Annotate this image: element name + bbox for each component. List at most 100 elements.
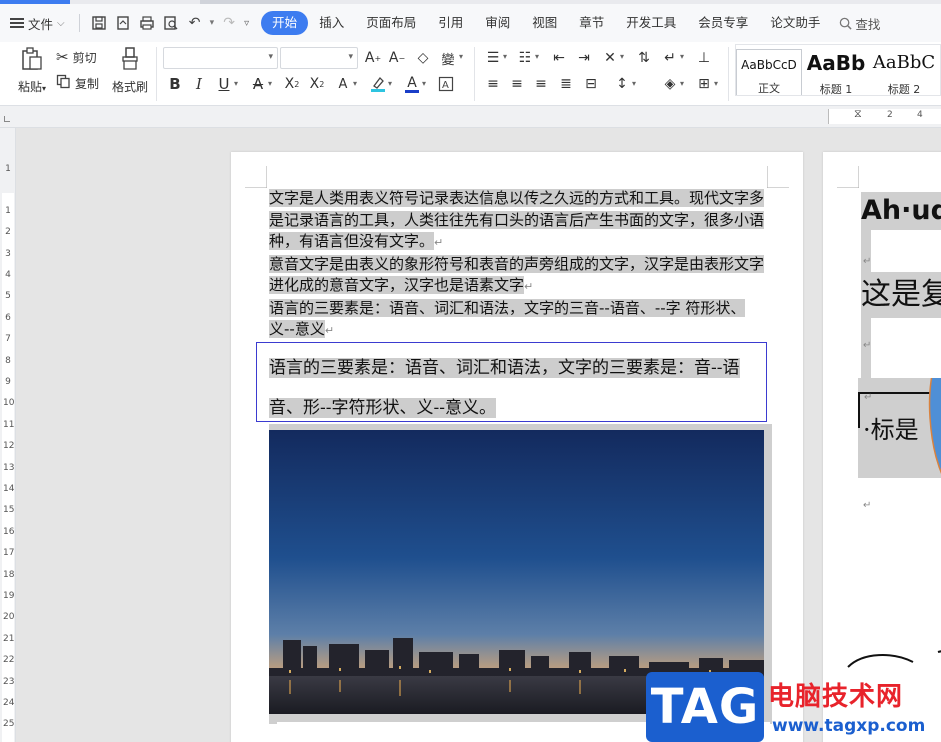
ruler-tick-label: 12: [3, 441, 15, 451]
phonetic-dropdown-icon[interactable]: ▾: [459, 52, 463, 61]
grow-font-icon[interactable]: A +: [363, 48, 383, 68]
tab-review[interactable]: 审阅: [474, 11, 521, 35]
ruler-tick-label: 10: [3, 398, 15, 408]
text-frame-content[interactable]: 语言的三要素是：语音、词汇和语法，文字的三要素是：音--语音、形--字符形状、义…: [269, 348, 764, 428]
tab-home[interactable]: 开始: [261, 11, 309, 35]
text-frame-paragraph[interactable]: 语言的三要素是：语音、词汇和语法，文字的三要素是：音--语音、形--字符形状、义…: [269, 358, 740, 418]
style-normal[interactable]: AaBbCcD 正文: [736, 49, 802, 95]
save-icon[interactable]: [90, 14, 108, 32]
menu-tab-bar: 文件 ⌵ ↶ ▾ ↷ ▿ 开始 插入 页面布局 引用 审阅 视图 章节 开发工具…: [0, 4, 941, 42]
tab-thesis-assistant[interactable]: 论文助手: [759, 11, 831, 35]
shading-icon[interactable]: ◈: [660, 74, 680, 94]
align-center-icon[interactable]: ≡: [507, 74, 527, 94]
format-painter-button[interactable]: 格式刷: [110, 46, 150, 95]
tab-references[interactable]: 引用: [427, 11, 474, 35]
ruler-scale: ⧖ 2 4: [828, 107, 941, 124]
redo-icon[interactable]: ↷: [220, 14, 238, 32]
distributed-align-icon[interactable]: ⊟: [581, 74, 601, 94]
page2-shape-label[interactable]: ·标是: [863, 410, 919, 445]
format-painter-label: 格式刷: [111, 80, 148, 94]
ruler-tick-label: 6: [5, 313, 11, 323]
underline-dropdown-icon[interactable]: ▾: [234, 79, 238, 88]
text-effect-icon[interactable]: A: [333, 74, 353, 94]
show-marks-icon[interactable]: ↵: [660, 48, 680, 68]
undo-icon[interactable]: ↶: [186, 14, 204, 32]
search-command-box[interactable]: 查找: [839, 14, 880, 33]
horizontal-ruler[interactable]: ⧖ 2 4: [0, 106, 941, 128]
customize-dropdown-icon[interactable]: ▿: [244, 18, 249, 29]
print-preview-icon[interactable]: [162, 14, 180, 32]
body-text[interactable]: 文字是人类用表义符号记录表达信息以传之久远的方式和工具。现代文字多是记录语言的工…: [269, 188, 765, 342]
tab-developer[interactable]: 开发工具: [615, 11, 687, 35]
font-color-icon[interactable]: A: [402, 74, 422, 94]
phonetic-guide-icon[interactable]: 變: [438, 48, 458, 68]
page2-heading[interactable]: Ah·ud: [861, 192, 941, 230]
hamburger-icon: [10, 18, 24, 28]
export-pdf-icon[interactable]: [114, 14, 132, 32]
bullet-list-icon[interactable]: ☰: [483, 48, 503, 68]
tab-insert[interactable]: 插入: [308, 11, 355, 35]
line-spacing-icon[interactable]: ↕: [612, 74, 632, 94]
increase-indent-icon[interactable]: ⇥: [574, 48, 594, 68]
paragraph-3[interactable]: 语言的三要素是：语音、词汇和语法，文字的三音--语音、--字 符形状、义--意义: [269, 298, 746, 338]
undo-dropdown-icon[interactable]: ▾: [210, 18, 215, 28]
numbered-list-icon[interactable]: ☷: [515, 48, 535, 68]
cut-button[interactable]: ✂ 剪切: [56, 48, 97, 66]
chinese-layout-dropdown-icon[interactable]: ▾: [620, 52, 624, 61]
italic-icon[interactable]: I: [189, 74, 209, 94]
margin-corner-mark: [767, 166, 789, 188]
highlight-icon[interactable]: [368, 74, 388, 94]
text-effect-dropdown-icon[interactable]: ▾: [353, 79, 357, 88]
decrease-indent-icon[interactable]: ⇤: [549, 48, 569, 68]
underline-icon[interactable]: U: [214, 74, 234, 94]
page2-heading-2[interactable]: 这是复: [861, 272, 941, 318]
document-page-1[interactable]: 文字是人类用表义符号记录表达信息以传之久远的方式和工具。现代文字多是记录语言的工…: [231, 152, 803, 742]
print-icon[interactable]: [138, 14, 156, 32]
ruler-tick-label: 1: [5, 206, 11, 216]
vertical-ruler[interactable]: 1 1 2 3 4 5 6 7 8 9 10 11 12 13 14 15 16…: [0, 128, 16, 742]
font-size-select[interactable]: ▾: [280, 47, 358, 69]
strikethrough-icon[interactable]: A: [248, 74, 268, 94]
paste-button[interactable]: 粘贴▾: [14, 46, 50, 95]
shading-dropdown-icon[interactable]: ▾: [680, 79, 684, 88]
tab-page-layout[interactable]: 页面布局: [355, 11, 427, 35]
line-spacing-dropdown-icon[interactable]: ▾: [632, 79, 636, 88]
bold-icon[interactable]: B: [165, 74, 185, 94]
strikethrough-dropdown-icon[interactable]: ▾: [268, 79, 272, 88]
file-menu-button[interactable]: 文件 ⌵: [0, 10, 73, 36]
borders-icon[interactable]: ⊞: [694, 74, 714, 94]
borders-dropdown-icon[interactable]: ▾: [714, 79, 718, 88]
chevron-down-icon: ⌵: [57, 17, 65, 29]
copy-button[interactable]: 复制: [56, 74, 99, 92]
highlight-dropdown-icon[interactable]: ▾: [388, 79, 392, 88]
indent-marker[interactable]: ⧖: [854, 107, 862, 121]
chinese-layout-icon[interactable]: ✕: [600, 48, 620, 68]
superscript-icon[interactable]: X2: [282, 74, 302, 94]
justify-icon[interactable]: ≣: [556, 74, 576, 94]
paragraph-2[interactable]: 意音文字是由表义的象形符号和表音的声旁组成的文字，汉字是由表形文字进化成的意音文…: [269, 254, 765, 294]
subscript-icon[interactable]: X2: [307, 74, 327, 94]
svg-text:A: A: [442, 80, 449, 91]
align-left-icon[interactable]: ≡: [483, 74, 503, 94]
tab-stops-icon[interactable]: ⊥: [694, 48, 714, 68]
character-border-icon[interactable]: A: [436, 74, 456, 94]
chevron-down-icon: ▾: [348, 52, 353, 62]
sort-icon[interactable]: ⇅: [634, 48, 654, 68]
bullet-list-dropdown-icon[interactable]: ▾: [503, 52, 507, 61]
document-page-2[interactable]: Ah·ud ↵ 这是复 ↵ ↵ ·标是 ↵: [823, 152, 941, 742]
tab-chapter[interactable]: 章节: [568, 11, 615, 35]
numbered-list-dropdown-icon[interactable]: ▾: [535, 52, 539, 61]
ruler-tick-label: 3: [5, 249, 11, 259]
ruler-tick-label: 5: [5, 291, 11, 301]
show-marks-dropdown-icon[interactable]: ▾: [680, 52, 684, 61]
style-heading-1[interactable]: AaBb 标题 1: [804, 49, 868, 95]
tab-member[interactable]: 会员专享: [687, 11, 759, 35]
font-color-dropdown-icon[interactable]: ▾: [422, 79, 426, 88]
font-name-select[interactable]: ▾: [163, 47, 278, 69]
paragraph-1[interactable]: 文字是人类用表义符号记录表达信息以传之久远的方式和工具。现代文字多是记录语言的工…: [269, 189, 765, 250]
style-heading-2[interactable]: AaBbC 标题 2: [868, 49, 940, 95]
tab-view[interactable]: 视图: [521, 11, 568, 35]
align-right-icon[interactable]: ≡: [531, 74, 551, 94]
clear-format-icon[interactable]: ◇: [413, 48, 433, 68]
shrink-font-icon[interactable]: A −: [387, 48, 407, 68]
